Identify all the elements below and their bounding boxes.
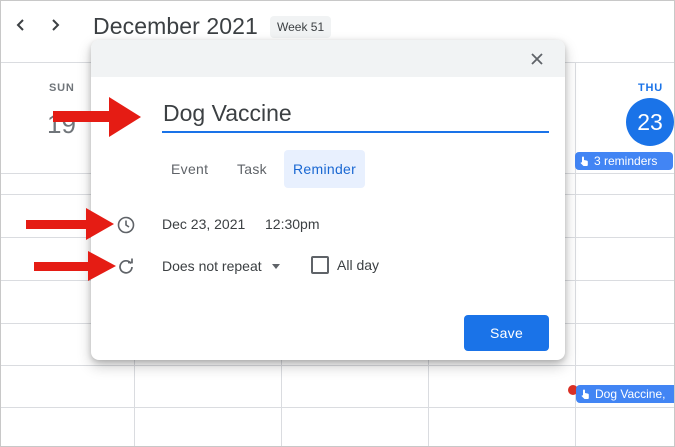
repeat-icon bbox=[119, 258, 133, 274]
day-name-sunday: SUN bbox=[49, 82, 75, 94]
all-day-checkbox[interactable] bbox=[311, 256, 329, 274]
all-day-label[interactable]: All day bbox=[337, 257, 379, 273]
reminders-chip[interactable]: 3 reminders bbox=[575, 152, 673, 170]
event-chip-label: Dog Vaccine, bbox=[595, 387, 666, 401]
tab-event[interactable]: Event bbox=[161, 150, 218, 188]
title-input[interactable] bbox=[162, 100, 549, 133]
dialog-drag-handle[interactable] bbox=[91, 40, 565, 77]
clock-icon bbox=[117, 216, 135, 234]
reminders-chip-label: 3 reminders bbox=[594, 154, 658, 168]
calendar-window: December 2021 Week 51 SUN 19 THU 23 3 re… bbox=[0, 0, 675, 447]
day-number-today[interactable]: 23 bbox=[626, 98, 674, 146]
tab-task[interactable]: Task bbox=[227, 150, 277, 188]
annotation-arrow-title bbox=[53, 97, 141, 137]
previous-week-button[interactable] bbox=[7, 11, 35, 39]
quick-add-dialog: Event Task Reminder Dec 23, 2021 12:30pm… bbox=[91, 40, 565, 360]
date-picker[interactable]: Dec 23, 2021 bbox=[162, 216, 245, 232]
reminder-hand-icon bbox=[579, 156, 590, 167]
repeat-dropdown[interactable]: Does not repeat bbox=[162, 256, 280, 276]
grid-divider bbox=[1, 365, 674, 366]
close-icon bbox=[531, 53, 543, 65]
next-week-button[interactable] bbox=[41, 11, 69, 39]
close-button[interactable] bbox=[527, 49, 547, 69]
reminder-hand-icon bbox=[580, 389, 591, 400]
day-name-thursday: THU bbox=[638, 82, 664, 94]
week-number-badge: Week 51 bbox=[270, 16, 332, 38]
annotation-arrow-time bbox=[26, 208, 114, 240]
annotation-arrow-repeat bbox=[34, 251, 116, 281]
save-button[interactable]: Save bbox=[464, 315, 549, 351]
chevron-right-icon bbox=[52, 19, 60, 31]
tab-reminder[interactable]: Reminder bbox=[284, 150, 366, 188]
month-title: December 2021 bbox=[93, 13, 258, 39]
repeat-value: Does not repeat bbox=[162, 258, 262, 274]
dog-vaccine-chip[interactable]: Dog Vaccine, bbox=[576, 385, 674, 403]
grid-divider bbox=[1, 407, 674, 408]
chevron-left-icon bbox=[16, 19, 24, 31]
dropdown-arrow-icon bbox=[271, 264, 280, 269]
time-picker[interactable]: 12:30pm bbox=[265, 216, 319, 232]
